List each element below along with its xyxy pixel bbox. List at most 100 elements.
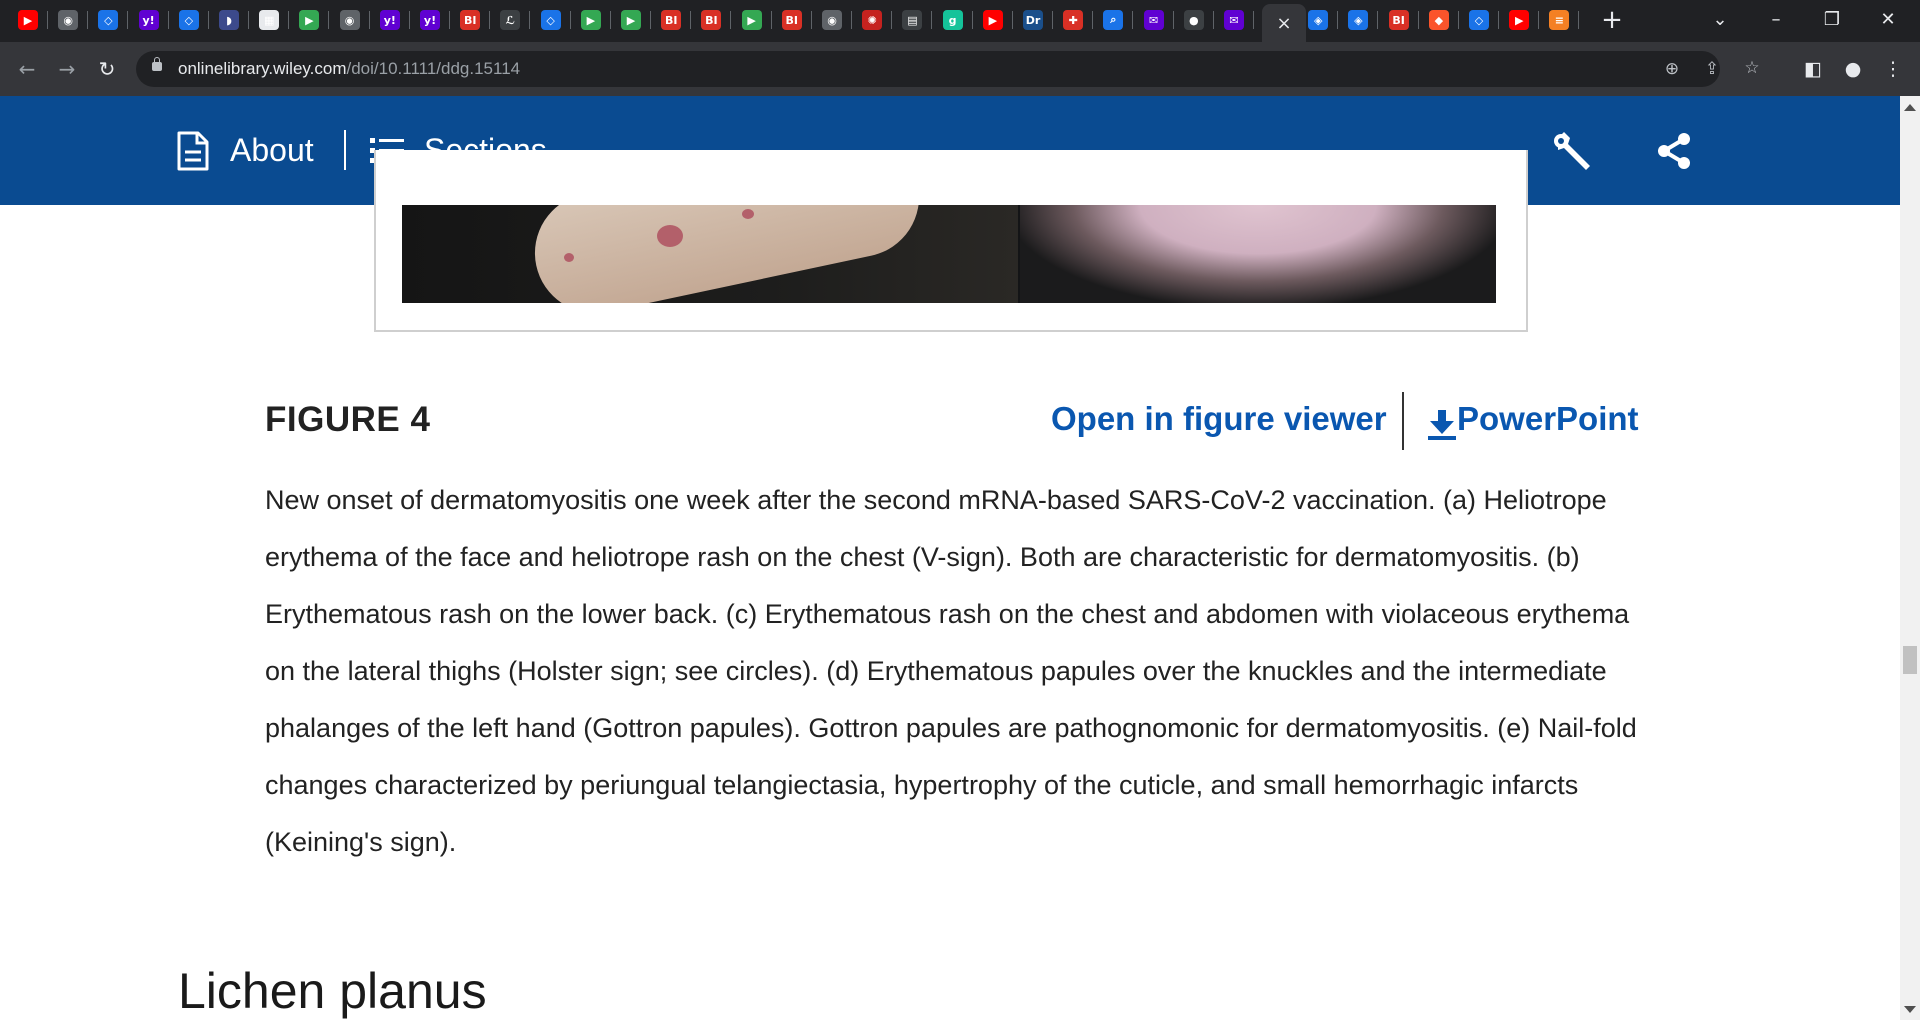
restore-button[interactable]: ❐ [1812, 6, 1852, 34]
tab-separator [650, 11, 651, 29]
dr-icon[interactable]: Dr [1023, 10, 1043, 30]
about-label: About [230, 132, 314, 168]
forward-icon[interactable]: → [52, 54, 82, 84]
business-insider-icon[interactable]: BI [781, 10, 802, 30]
minimize-button[interactable]: – [1756, 6, 1796, 34]
zoom-icon[interactable]: ⊕ [1660, 57, 1684, 81]
download-icon[interactable] [1428, 410, 1456, 440]
share-page-icon[interactable]: ⇪ [1700, 57, 1724, 81]
script-icon[interactable]: ℒ [500, 10, 521, 30]
brave-icon[interactable]: ◆ [1428, 10, 1449, 30]
bookmark-icon[interactable]: ◗ [219, 10, 239, 30]
globe-icon[interactable]: ◉ [58, 10, 79, 30]
lock-icon[interactable] [152, 57, 162, 71]
shield-icon[interactable]: ◇ [1469, 10, 1489, 30]
figure-links-divider [1402, 392, 1404, 450]
tab-separator [47, 11, 48, 29]
section-heading: Lichen planus [178, 963, 487, 1019]
yahoo-icon[interactable]: y! [138, 10, 159, 30]
side-panel-icon[interactable]: ◧ [1798, 54, 1828, 84]
youtube-icon[interactable]: ▶ [1509, 10, 1530, 30]
tab-separator [368, 11, 370, 29]
tab-separator [1253, 11, 1254, 29]
globe-icon[interactable]: ◉ [339, 10, 360, 30]
cube-icon[interactable]: ◈ [1348, 10, 1369, 30]
play-icon[interactable]: ▶ [580, 10, 601, 30]
tab-separator [167, 11, 169, 29]
play-icon[interactable]: ▶ [621, 10, 641, 30]
tab-separator [1578, 11, 1580, 29]
business-insider-icon[interactable]: BI [460, 10, 481, 30]
tab-separator [207, 11, 209, 29]
tab-separator [1377, 11, 1379, 29]
about-button[interactable]: About [176, 96, 314, 205]
shield-icon[interactable]: ◇ [98, 10, 119, 30]
tab-separator [529, 11, 531, 29]
tab-search-icon[interactable]: ⌄ [1700, 6, 1740, 34]
profile-icon[interactable]: ● [1838, 54, 1868, 84]
business-insider-icon[interactable]: BI [661, 10, 682, 30]
tab-separator [1092, 11, 1094, 29]
header-divider [344, 130, 346, 170]
papule-mark [742, 209, 754, 219]
circle-icon[interactable]: ● [1183, 10, 1204, 30]
tab-separator [770, 11, 772, 29]
search-icon[interactable]: ⌕ [1103, 10, 1124, 30]
business-insider-icon[interactable]: BI [701, 10, 722, 30]
share-button[interactable] [1656, 96, 1692, 205]
shield-icon[interactable]: ◇ [178, 10, 199, 30]
scroll-up-arrow-icon[interactable] [1904, 104, 1916, 111]
news-icon[interactable]: ▤ [902, 10, 923, 30]
mail-icon[interactable]: ✉ [1224, 10, 1244, 30]
close-tab-icon[interactable]: × [1276, 13, 1291, 34]
hand-photo [402, 205, 1018, 303]
powerpoint-link[interactable]: PowerPoint [1457, 400, 1639, 438]
play-icon[interactable]: ▶ [741, 10, 762, 30]
youtube-icon[interactable]: ▶ [18, 10, 38, 30]
cube-icon[interactable]: ◈ [1308, 10, 1329, 30]
url-host: onlinelibrary.wiley.com [178, 59, 347, 78]
tab-separator [690, 11, 692, 29]
tools-button[interactable] [1552, 96, 1598, 205]
globe-icon[interactable]: ◉ [822, 10, 842, 30]
grammarly-icon[interactable]: g [942, 10, 963, 30]
tab-separator [851, 11, 852, 29]
active-tab[interactable]: × [1262, 4, 1306, 42]
shield-icon[interactable]: ◇ [540, 10, 561, 30]
address-bar[interactable]: onlinelibrary.wiley.com/doi/10.1111/ddg.… [136, 51, 1760, 87]
grid-icon[interactable]: ▦ [259, 10, 280, 30]
scroll-down-arrow-icon[interactable] [1904, 1006, 1916, 1013]
finger-shape [523, 205, 931, 303]
tab-separator [1457, 11, 1459, 29]
page-scrollbar[interactable] [1900, 96, 1920, 1020]
bookmark-star-icon[interactable]: ☆ [1740, 56, 1764, 80]
new-tab-button[interactable]: + [1600, 7, 1624, 33]
tab-separator [87, 11, 89, 29]
tab-separator [408, 11, 410, 29]
tab-separator [569, 11, 571, 29]
burst-icon[interactable]: ✺ [862, 10, 883, 30]
tab-separator [971, 11, 973, 29]
yahoo-icon[interactable]: y! [379, 10, 400, 30]
scrollbar-thumb[interactable] [1903, 646, 1917, 674]
mail-icon[interactable]: ✉ [1143, 10, 1164, 30]
play-icon[interactable]: ▶ [299, 10, 320, 30]
tab-separator [730, 11, 732, 29]
tab-separator [1337, 11, 1339, 29]
figure-image[interactable] [402, 205, 1496, 303]
tab-separator [609, 11, 611, 29]
close-window-button[interactable]: ✕ [1868, 6, 1908, 34]
stack-icon[interactable]: ≡ [1549, 10, 1570, 30]
tab-separator [328, 11, 330, 29]
business-insider-icon[interactable]: BI [1388, 10, 1409, 30]
menu-icon[interactable]: ⋮ [1878, 54, 1908, 84]
youtube-icon[interactable]: ▶ [982, 10, 1003, 30]
tab-separator [1172, 11, 1174, 29]
back-icon[interactable]: ← [12, 54, 42, 84]
mic-icon[interactable]: ✚ [1063, 10, 1084, 30]
url-text[interactable]: onlinelibrary.wiley.com/doi/10.1111/ddg.… [178, 59, 520, 79]
tab-separator [1538, 11, 1540, 29]
yahoo-icon[interactable]: y! [420, 10, 440, 30]
open-figure-viewer-link[interactable]: Open in figure viewer [1051, 400, 1387, 438]
reload-icon[interactable]: ↻ [92, 54, 122, 84]
